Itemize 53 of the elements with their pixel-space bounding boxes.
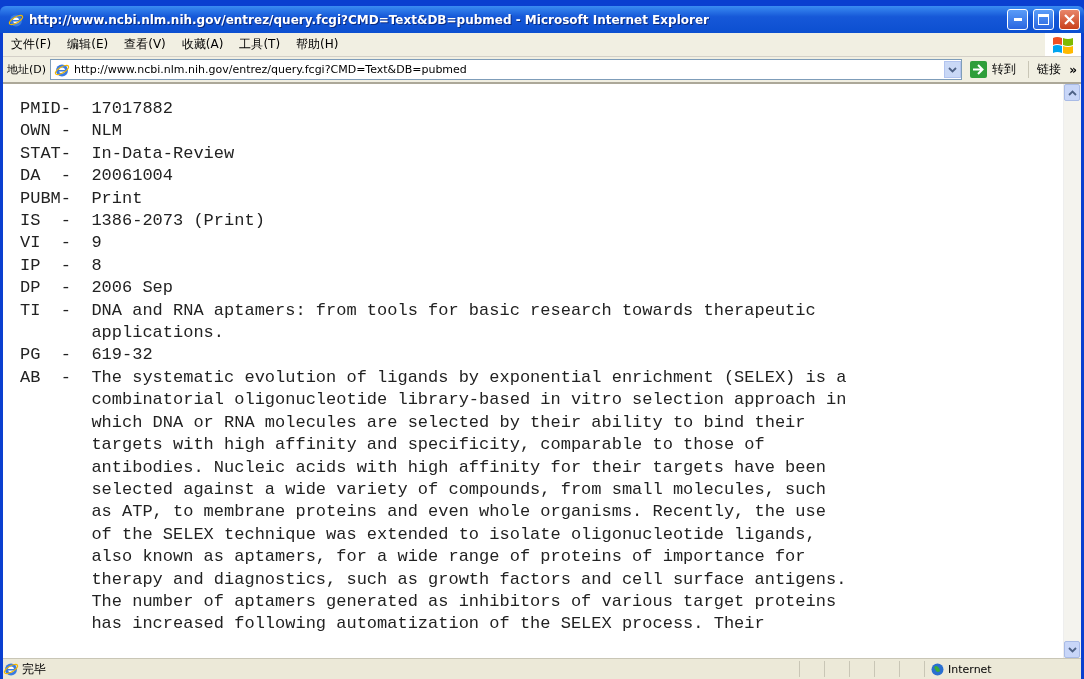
- field-value: In-Data-Review: [90, 142, 235, 165]
- field-value: 8: [90, 254, 102, 277]
- field-tag: PG -: [20, 344, 82, 367]
- close-button[interactable]: [1059, 9, 1080, 30]
- window-title: http://www.ncbi.nlm.nih.gov/entrez/query.fcgi?CMD=Text&DB=pubmed - Microsoft Internet Explorer: [29, 12, 710, 27]
- field-tag: PMID-: [20, 98, 82, 121]
- caret-icon: [948, 66, 958, 73]
- menu-item[interactable]: 帮助(H): [288, 36, 347, 53]
- field-tag: OWN -: [20, 120, 82, 143]
- dropdown-button[interactable]: [944, 61, 962, 78]
- field-value: 2006 Sep: [90, 277, 174, 300]
- menu-item[interactable]: 编辑(E): [59, 36, 117, 53]
- field-tag: PUBM-: [20, 187, 82, 211]
- field-value: 1386-2073 (Print): [90, 210, 265, 233]
- menu-item[interactable]: 文件(F): [3, 36, 60, 53]
- field-tag: TI -: [20, 299, 82, 345]
- maximize-icon: [1038, 14, 1049, 25]
- menu-item[interactable]: 查看(V): [116, 36, 174, 53]
- zone-text: Internet: [948, 662, 992, 676]
- field-value: 9: [90, 232, 102, 255]
- field-value: 619-32: [90, 344, 153, 367]
- field-value: DNA and RNA aptamers: from tools for basic research towards therapeutic applications.: [90, 299, 816, 345]
- close-icon: [1064, 14, 1075, 25]
- caret-up-icon: [1067, 89, 1077, 96]
- more-chevron[interactable]: »: [1069, 62, 1077, 77]
- field-tag: STAT-: [20, 142, 82, 166]
- windows-flag-logo: [1045, 33, 1081, 56]
- field-value: Print: [90, 187, 143, 210]
- address-label: 地址(D): [7, 62, 47, 77]
- globe-icon: [931, 662, 944, 676]
- maximize-button[interactable]: [1033, 9, 1054, 30]
- field-tag: DA -: [20, 165, 82, 188]
- field-value: The systematic evolution of ligands by exponential enrichment (SELEX) is a combinatorial oligonucleotide library-based in vitro selection approach in which DNA or RNA molecules are selected by their ability to bind their targets with high affinity and specificity, comparable to those of antibodies. Nucleic acids with high affinity for their targets have been selected against a wide variety of compounds, from small molecules, such as ATP, to membrane proteins and even whole organisms. Recently, the use of the SELEX technique was extended to isolate oligonucleotide ligands, also known as aptamers, for a wide range of proteins of importance for therapy and diagnostics, such as growth factors and cell surface antigens. The number of aptamers generated as inhibitors of various target proteins has increased following automatization of the SELEX process. Their: [90, 366, 847, 636]
- status-text: 完毕: [21, 660, 47, 678]
- minimize-icon: [1013, 18, 1022, 21]
- minimize-button[interactable]: [1007, 9, 1028, 30]
- field-tag: IS -: [20, 210, 82, 233]
- field-tag: VI -: [20, 232, 82, 255]
- page-icon: [3, 661, 19, 677]
- field-value: NLM: [90, 120, 122, 143]
- field-tag: DP -: [20, 277, 82, 300]
- arrow-icon: [970, 61, 988, 78]
- field-tag: AB -: [20, 366, 82, 636]
- links-button[interactable]: 链接: [1028, 61, 1066, 78]
- go-button[interactable]: 转到: [966, 61, 1025, 78]
- field-value: 20061004: [90, 165, 174, 188]
- scrollbar[interactable]: [1063, 84, 1081, 658]
- field-tag: IP -: [20, 254, 82, 278]
- address-field[interactable]: http://www.ncbi.nlm.nih.gov/entrez/query.fcgi?CMD=Text&DB=pubmed: [50, 59, 963, 80]
- field-value: 17017882: [90, 98, 174, 120]
- menu-item[interactable]: 收藏(A): [173, 36, 232, 53]
- menu-item[interactable]: 工具(T): [231, 36, 289, 53]
- caret-down-icon: [1067, 646, 1077, 653]
